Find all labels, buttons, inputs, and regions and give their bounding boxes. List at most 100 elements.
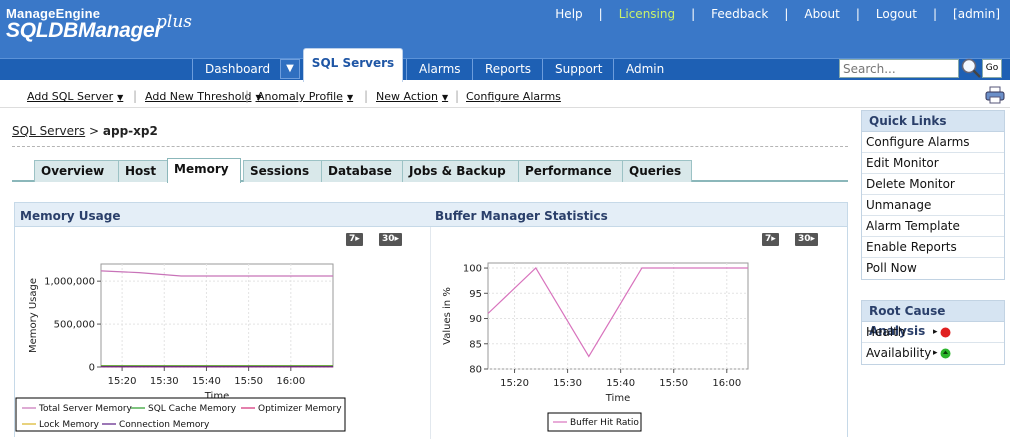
rca-availability-row[interactable]: Availability ▸ — [862, 343, 1004, 364]
tab-jobs-backup[interactable]: Jobs & Backup — [402, 160, 520, 182]
tab-database[interactable]: Database — [321, 160, 410, 182]
period-7-label: 7 — [765, 234, 772, 244]
period-7-label: 7 — [349, 234, 356, 244]
y-tick-label: 85 — [469, 339, 482, 350]
search-icon[interactable] — [960, 57, 982, 79]
period-30-button[interactable]: 30▸ — [379, 233, 403, 246]
quick-link-enable-reports[interactable]: Enable Reports — [862, 237, 1004, 258]
go-button[interactable]: Go — [982, 59, 1002, 78]
nav-reports[interactable]: Reports — [472, 59, 543, 80]
nav-sql-servers[interactable]: SQL Servers — [303, 48, 403, 82]
period-30-button[interactable]: 30▸ — [795, 233, 819, 246]
x-tick-label: 16:00 — [276, 376, 305, 387]
tab-memory[interactable]: Memory — [167, 158, 241, 183]
rca-health-row[interactable]: Health ▸ — [862, 322, 1004, 343]
action-separator: | — [245, 89, 250, 103]
top-links: Help | Licensing | Feedback | About | Lo… — [553, 7, 1002, 21]
user-label[interactable]: [admin] — [951, 7, 1002, 21]
add-sql-server-label: Add SQL Server — [27, 90, 114, 103]
top-links-separator: | — [932, 7, 938, 21]
product-logo[interactable]: ManageEngine SQLDBManager plus — [6, 6, 192, 42]
new-action-menu[interactable]: New Action ▼ — [376, 90, 448, 103]
x-tick-label: 15:40 — [606, 378, 635, 389]
quick-link-poll-now[interactable]: Poll Now — [862, 258, 1004, 279]
dropdown-arrow-icon: ▼ — [441, 93, 449, 102]
breadcrumb: SQL Servers > app-xp2 — [12, 124, 158, 138]
legend-label: Lock Memory — [39, 420, 100, 430]
nav-dropdown-button[interactable]: ▼ — [280, 59, 300, 79]
breadcrumb-parent[interactable]: SQL Servers — [12, 124, 85, 138]
quick-link-unmanage[interactable]: Unmanage — [862, 195, 1004, 216]
action-separator: | — [364, 89, 369, 103]
period-30-label: 30 — [382, 234, 395, 244]
quick-link-alarm-template[interactable]: Alarm Template — [862, 216, 1004, 237]
print-icon[interactable] — [985, 86, 1005, 104]
top-links-separator: | — [691, 7, 696, 21]
breadcrumb-separator: > — [89, 124, 100, 138]
monitor-tabs: Overview Host Sessions Database Jobs & B… — [12, 158, 848, 183]
buffer-manager-chart: 80 85 90 95 100 15:20 15:30 15:40 15:50 16:00 Time… — [442, 262, 749, 432]
action-separator: | — [133, 89, 138, 103]
memory-usage-chart: 0 500,000 1,000,000 15:20 15:30 15:40 15:50 16:… — [15, 263, 346, 432]
y-tick-label: 80 — [469, 365, 482, 376]
arrow-right-icon: ▸ — [933, 327, 938, 337]
new-action-label: New Action — [376, 90, 438, 103]
about-link[interactable]: About — [802, 7, 841, 21]
legend-label: Buffer Hit Ratio — [570, 418, 639, 428]
logout-link[interactable]: Logout — [874, 7, 919, 21]
period-7-button[interactable]: 7▸ — [762, 233, 779, 246]
y-tick-label: 95 — [469, 289, 482, 300]
y-axis-label: Memory Usage — [28, 278, 39, 353]
legend-label: Connection Memory — [119, 420, 210, 430]
add-sql-server-menu[interactable]: Add SQL Server ▼ — [27, 90, 123, 103]
chevron-down-icon: ▼ — [286, 63, 294, 74]
tab-overview[interactable]: Overview — [34, 160, 128, 182]
period-7-button[interactable]: 7▸ — [346, 233, 363, 246]
x-tick-label: 15:30 — [150, 376, 179, 387]
help-link[interactable]: Help — [553, 7, 584, 21]
search-input[interactable] — [840, 60, 958, 77]
dropdown-arrow-icon: ▼ — [117, 93, 124, 102]
arrow-right-icon: ▸ — [933, 348, 938, 358]
quick-link-delete-monitor[interactable]: Delete Monitor — [862, 174, 1004, 195]
dropdown-arrow-icon: ▼ — [346, 93, 354, 102]
licensing-link[interactable]: Licensing — [617, 7, 677, 21]
x-tick-label: 15:30 — [553, 378, 582, 389]
tab-queries[interactable]: Queries — [622, 160, 692, 182]
logo-product: SQLDBManager — [6, 19, 163, 42]
rca-panel: Root Cause Analysis Health ▸ Availabilit… — [861, 300, 1005, 365]
legend-label: Optimizer Memory — [258, 404, 342, 414]
quick-links-title: Quick Links — [862, 111, 1004, 132]
anomaly-profile-label: Anomaly Profile — [257, 90, 343, 103]
rca-title: Root Cause Analysis — [862, 301, 1004, 338]
memory-usage-title: Memory Usage — [20, 209, 121, 223]
x-tick-label: 15:40 — [192, 376, 221, 387]
x-tick-label: 16:00 — [712, 378, 741, 389]
nav-admin[interactable]: Admin — [613, 59, 676, 80]
x-axis-label: Time — [605, 393, 630, 404]
feedback-link[interactable]: Feedback — [709, 7, 770, 21]
y-tick-label: 100 — [463, 264, 482, 275]
legend-label: Total Server Memory — [38, 404, 133, 414]
nav-alarms[interactable]: Alarms — [406, 59, 473, 80]
configure-alarms-link[interactable]: Configure Alarms — [466, 90, 561, 103]
quick-link-configure-alarms[interactable]: Configure Alarms — [862, 132, 1004, 153]
anomaly-profile-menu[interactable]: Anomaly Profile ▼ — [257, 90, 353, 103]
tab-performance[interactable]: Performance — [518, 160, 623, 182]
y-tick-label: 1,000,000 — [44, 277, 95, 288]
search-box — [839, 59, 959, 78]
nav-dashboard[interactable]: Dashboard — [192, 59, 282, 80]
plot-area — [487, 262, 749, 370]
action-bar: Add SQL Server ▼ | Add New Threshold ▼ | A… — [0, 84, 1010, 108]
x-tick-label: 15:50 — [234, 376, 263, 387]
top-links-separator: | — [784, 7, 789, 21]
panel-header: Memory Usage Buffer Manager Statistics — [15, 203, 847, 227]
nav-support[interactable]: Support — [542, 59, 614, 80]
x-tick-label: 15:20 — [108, 376, 137, 387]
plot-area — [100, 263, 334, 368]
divider — [12, 146, 848, 147]
quick-links-panel: Quick Links Configure Alarms Edit Monito… — [861, 110, 1005, 280]
top-links-separator: | — [598, 7, 603, 21]
tab-sessions[interactable]: Sessions — [243, 160, 326, 182]
quick-link-edit-monitor[interactable]: Edit Monitor — [862, 153, 1004, 174]
